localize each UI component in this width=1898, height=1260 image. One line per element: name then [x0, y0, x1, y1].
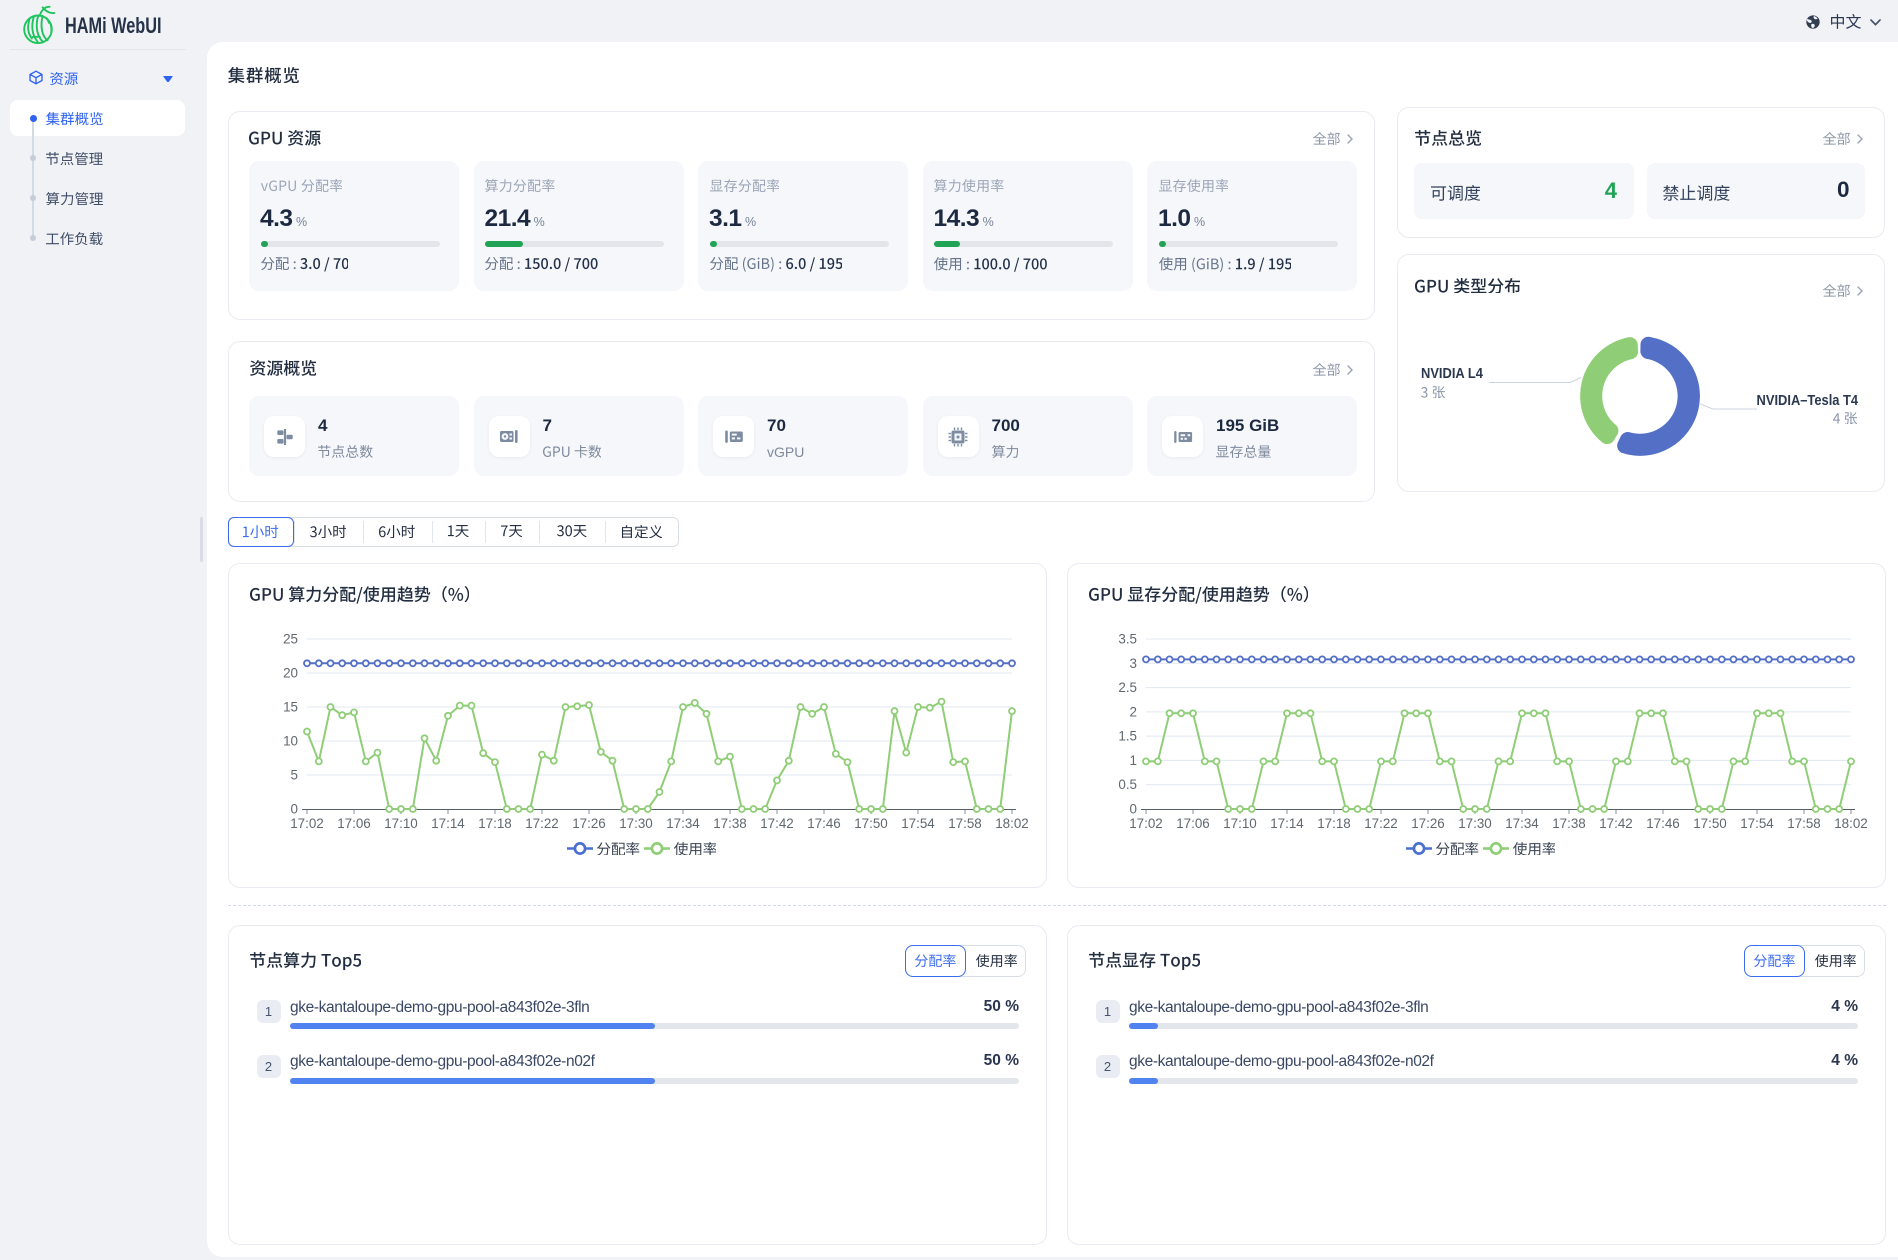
- svg-text:17:42: 17:42: [760, 816, 794, 831]
- svg-text:17:02: 17:02: [290, 816, 324, 831]
- svg-text:3: 3: [1130, 656, 1137, 671]
- svg-text:17:58: 17:58: [1787, 816, 1821, 831]
- svg-text:17:26: 17:26: [572, 816, 606, 831]
- svg-text:17:38: 17:38: [1552, 816, 1586, 831]
- svg-text:17:42: 17:42: [1599, 816, 1633, 831]
- svg-text:17:46: 17:46: [807, 816, 841, 831]
- svg-text:17:14: 17:14: [1270, 816, 1304, 831]
- svg-text:1.5: 1.5: [1118, 729, 1137, 744]
- svg-text:17:26: 17:26: [1411, 816, 1445, 831]
- svg-text:17:54: 17:54: [901, 816, 935, 831]
- svg-text:5: 5: [291, 768, 298, 783]
- svg-text:17:46: 17:46: [1646, 816, 1680, 831]
- svg-text:2: 2: [1130, 704, 1137, 719]
- svg-text:17:50: 17:50: [1693, 816, 1727, 831]
- svg-text:17:02: 17:02: [1129, 816, 1163, 831]
- svg-text:17:06: 17:06: [1176, 816, 1210, 831]
- svg-text:17:18: 17:18: [478, 816, 512, 831]
- svg-text:17:30: 17:30: [619, 816, 653, 831]
- svg-text:18:02: 18:02: [1834, 816, 1868, 831]
- svg-text:17:10: 17:10: [1223, 816, 1257, 831]
- svg-text:17:54: 17:54: [1740, 816, 1774, 831]
- svg-text:17:10: 17:10: [384, 816, 418, 831]
- svg-text:3.5: 3.5: [1118, 632, 1137, 647]
- svg-text:17:50: 17:50: [854, 816, 888, 831]
- svg-text:15: 15: [283, 700, 298, 715]
- svg-text:17:14: 17:14: [431, 816, 465, 831]
- svg-text:0.5: 0.5: [1118, 777, 1137, 792]
- svg-text:25: 25: [283, 632, 298, 647]
- svg-text:17:34: 17:34: [1505, 816, 1539, 831]
- svg-text:18:02: 18:02: [995, 816, 1029, 831]
- svg-text:17:22: 17:22: [525, 816, 559, 831]
- svg-text:20: 20: [283, 666, 298, 681]
- svg-text:17:34: 17:34: [666, 816, 700, 831]
- svg-text:0: 0: [1130, 802, 1137, 817]
- svg-text:17:22: 17:22: [1364, 816, 1398, 831]
- svg-text:2.5: 2.5: [1118, 680, 1137, 695]
- svg-text:1: 1: [1130, 753, 1137, 768]
- svg-text:17:58: 17:58: [948, 816, 982, 831]
- svg-text:17:38: 17:38: [713, 816, 747, 831]
- svg-text:17:18: 17:18: [1317, 816, 1351, 831]
- svg-text:0: 0: [291, 802, 298, 817]
- svg-text:17:30: 17:30: [1458, 816, 1492, 831]
- svg-text:10: 10: [283, 734, 298, 749]
- svg-text:17:06: 17:06: [337, 816, 371, 831]
